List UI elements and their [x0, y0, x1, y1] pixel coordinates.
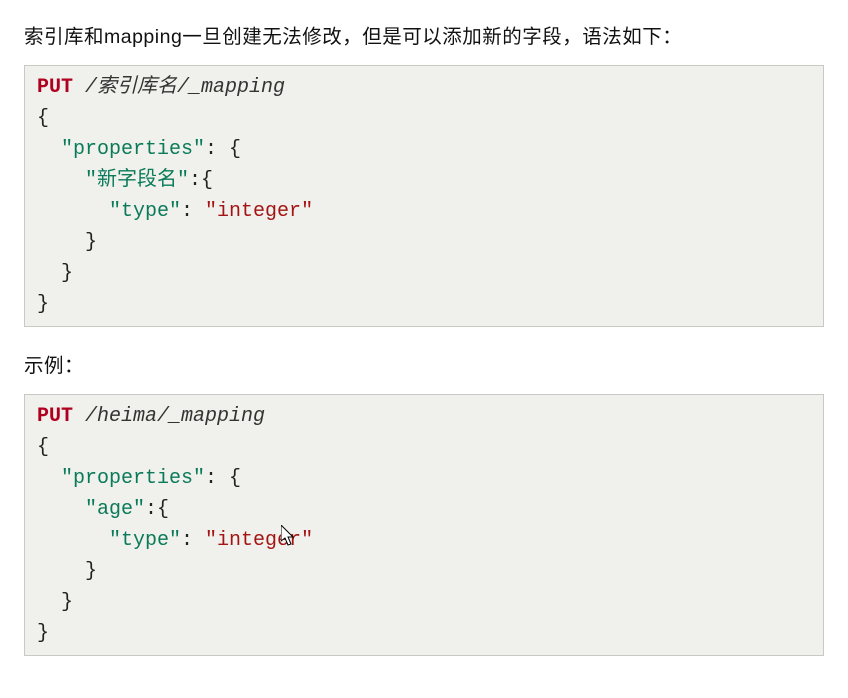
method-keyword: PUT [37, 76, 73, 99]
code-block-example: PUT /heima/_mapping { "properties": { "a… [24, 394, 824, 656]
type-value: "integer" [205, 200, 313, 223]
type-value: "integer" [205, 529, 313, 552]
field-key: "新字段名" [85, 169, 189, 192]
properties-key: "properties" [61, 138, 205, 161]
properties-key: "properties" [61, 467, 205, 490]
method-keyword: PUT [37, 405, 73, 428]
code-block-syntax: PUT /索引库名/_mapping { "properties": { "新字… [24, 65, 824, 327]
example-label: 示例： [24, 349, 824, 378]
type-key: "type" [109, 529, 181, 552]
field-key: "age" [85, 498, 145, 521]
type-key: "type" [109, 200, 181, 223]
intro-text: 索引库和mapping一旦创建无法修改，但是可以添加新的字段，语法如下： [24, 20, 824, 49]
request-path: /heima/_mapping [73, 405, 265, 428]
request-path: /索引库名/_mapping [73, 76, 285, 99]
